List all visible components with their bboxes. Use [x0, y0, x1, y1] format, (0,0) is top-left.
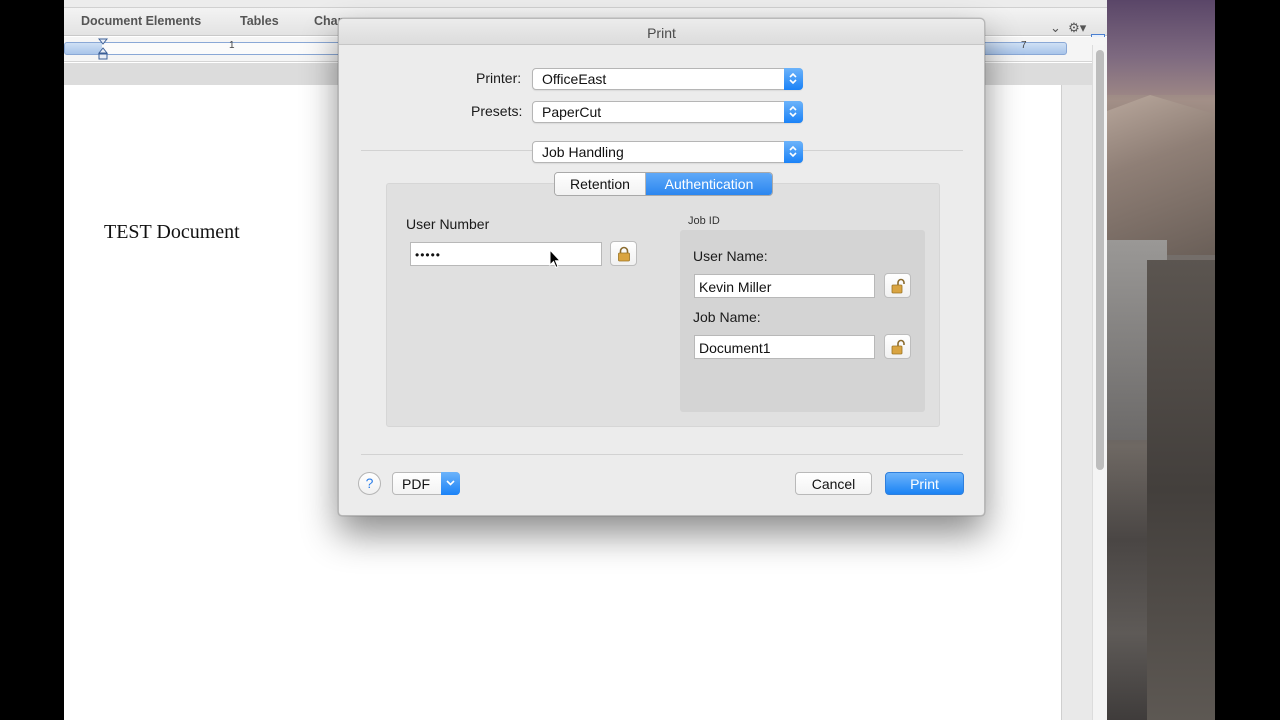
unlock-icon: [891, 339, 905, 355]
pdf-menu-button[interactable]: PDF: [392, 472, 460, 495]
panel-value: Job Handling: [542, 144, 624, 160]
screen-border-right: [1215, 0, 1280, 720]
ribbon-tab-document-elements[interactable]: Document Elements: [81, 14, 201, 28]
up-down-chevron-icon: [784, 101, 803, 123]
ribbon-tab-tables[interactable]: Tables: [240, 14, 279, 28]
dialog-title: Print: [647, 25, 676, 41]
help-icon[interactable]: ?: [358, 472, 381, 495]
unlock-icon: [891, 278, 905, 294]
printer-label: Printer:: [476, 70, 522, 86]
document-text: TEST Document: [104, 221, 240, 243]
job-name-value: Document1: [699, 340, 771, 356]
ruler-number: 7: [1021, 40, 1027, 51]
user-name-field[interactable]: Kevin Miller: [694, 274, 875, 298]
scrollbar-thumb[interactable]: [1096, 50, 1104, 470]
presets-popup[interactable]: PaperCut: [532, 101, 803, 123]
tab-authentication[interactable]: Authentication: [646, 173, 772, 195]
user-number-label: User Number: [406, 216, 490, 232]
job-name-label: Job Name:: [693, 309, 761, 325]
user-number-field[interactable]: •••••: [410, 242, 602, 266]
up-down-chevron-icon: [784, 68, 803, 90]
lock-icon: [618, 246, 630, 262]
job-name-lock-button[interactable]: [884, 334, 911, 359]
user-number-value: •••••: [415, 248, 442, 262]
toolbar-strip: [64, 0, 1107, 8]
print-dialog: Print Printer: OfficeEast Presets: Paper…: [338, 18, 985, 516]
chevron-down-icon: [441, 472, 460, 495]
job-id-label: Job ID: [688, 215, 720, 227]
presets-label: Presets:: [471, 103, 523, 119]
wallpaper-rock: [1107, 95, 1215, 255]
printer-value: OfficeEast: [542, 71, 607, 87]
wallpaper-rock: [1147, 260, 1215, 720]
panel-popup[interactable]: Job Handling: [532, 141, 803, 163]
user-name-lock-button[interactable]: [884, 273, 911, 298]
indent-marker-icon[interactable]: [98, 38, 108, 60]
user-name-label: User Name:: [693, 248, 768, 264]
page-margin: [1062, 85, 1092, 720]
presets-value: PaperCut: [542, 104, 602, 120]
vertical-scrollbar[interactable]: [1092, 45, 1107, 720]
user-number-lock-button[interactable]: [610, 241, 637, 266]
ruler-number: 1: [229, 40, 235, 51]
printer-popup[interactable]: OfficeEast: [532, 68, 803, 90]
print-button[interactable]: Print: [885, 472, 964, 495]
job-name-field[interactable]: Document1: [694, 335, 875, 359]
wallpaper-sky: [1107, 0, 1215, 95]
desktop-wallpaper: [1107, 0, 1215, 720]
separator: [361, 454, 963, 455]
user-name-value: Kevin Miller: [699, 279, 772, 295]
up-down-chevron-icon: [784, 141, 803, 163]
cancel-button[interactable]: Cancel: [795, 472, 872, 495]
dialog-titlebar: Print: [339, 19, 984, 45]
tab-retention[interactable]: Retention: [555, 173, 646, 195]
screen-border-left: [0, 0, 64, 720]
ribbon-collapse-icon[interactable]: ⌄ ⚙▾: [1050, 20, 1086, 36]
mouse-cursor-icon: [549, 249, 561, 269]
pdf-label: PDF: [402, 476, 430, 492]
tab-control: Retention Authentication: [554, 172, 773, 196]
